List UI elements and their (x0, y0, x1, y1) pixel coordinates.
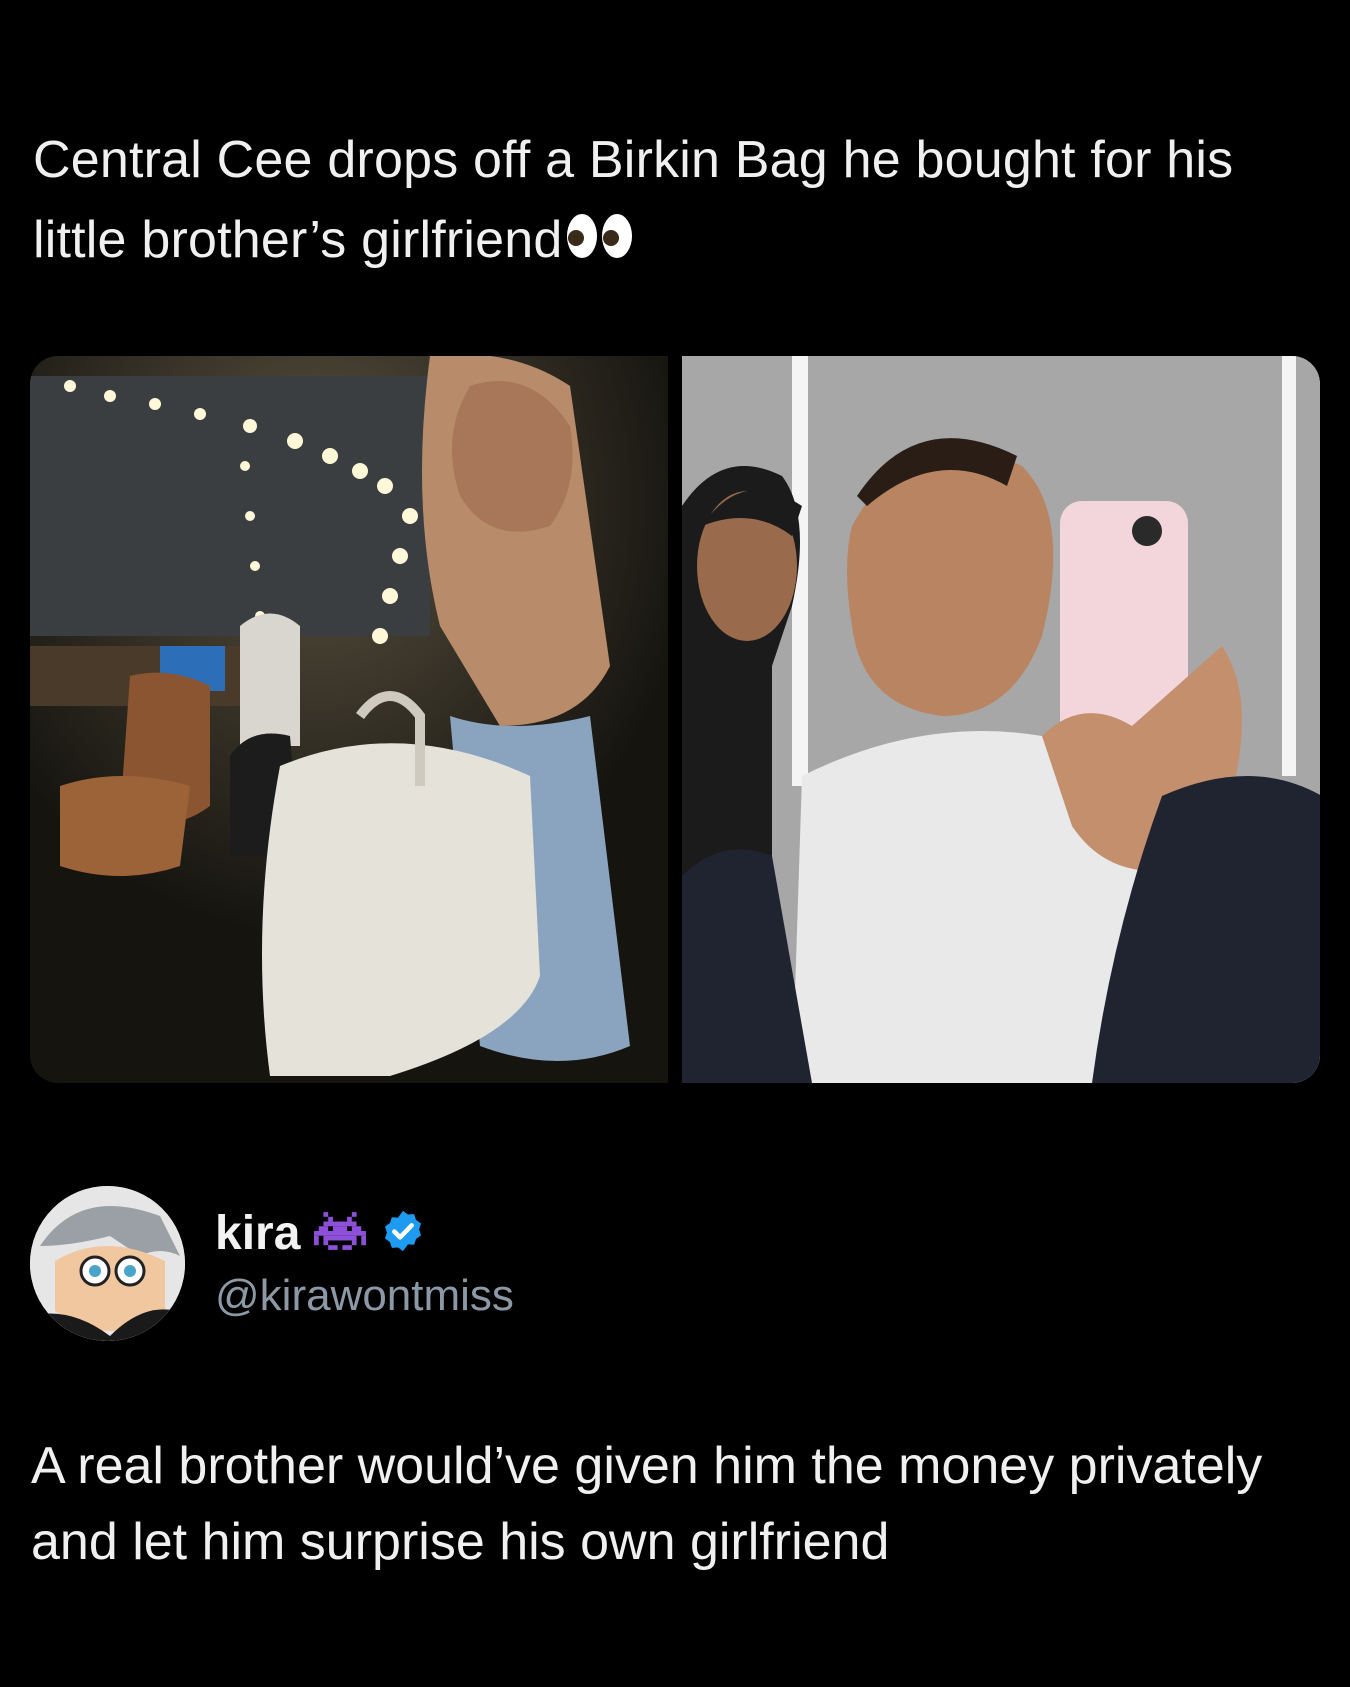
avatar[interactable] (30, 1185, 185, 1341)
photo-mirror-selfie[interactable] (682, 356, 1320, 1083)
space-invader-emoji-icon (314, 1211, 367, 1256)
display-name[interactable]: kira (215, 1206, 300, 1261)
author-row[interactable]: kira @kirawontmiss (30, 1183, 514, 1343)
author-info: kira @kirawontmiss (215, 1206, 514, 1321)
eyes-emoji-icon (565, 204, 637, 284)
post-text: A real brother would’ve given him the mo… (31, 1437, 1263, 1571)
verified-badge-icon[interactable] (380, 1208, 426, 1259)
handle[interactable]: @kirawontmiss (215, 1271, 514, 1321)
name-row: kira (215, 1206, 514, 1261)
quoted-post-text: Central Cee drops off a Birkin Bag he bo… (33, 120, 1323, 284)
photo-dressing-room[interactable] (30, 356, 668, 1083)
media-grid[interactable] (30, 356, 1320, 1083)
